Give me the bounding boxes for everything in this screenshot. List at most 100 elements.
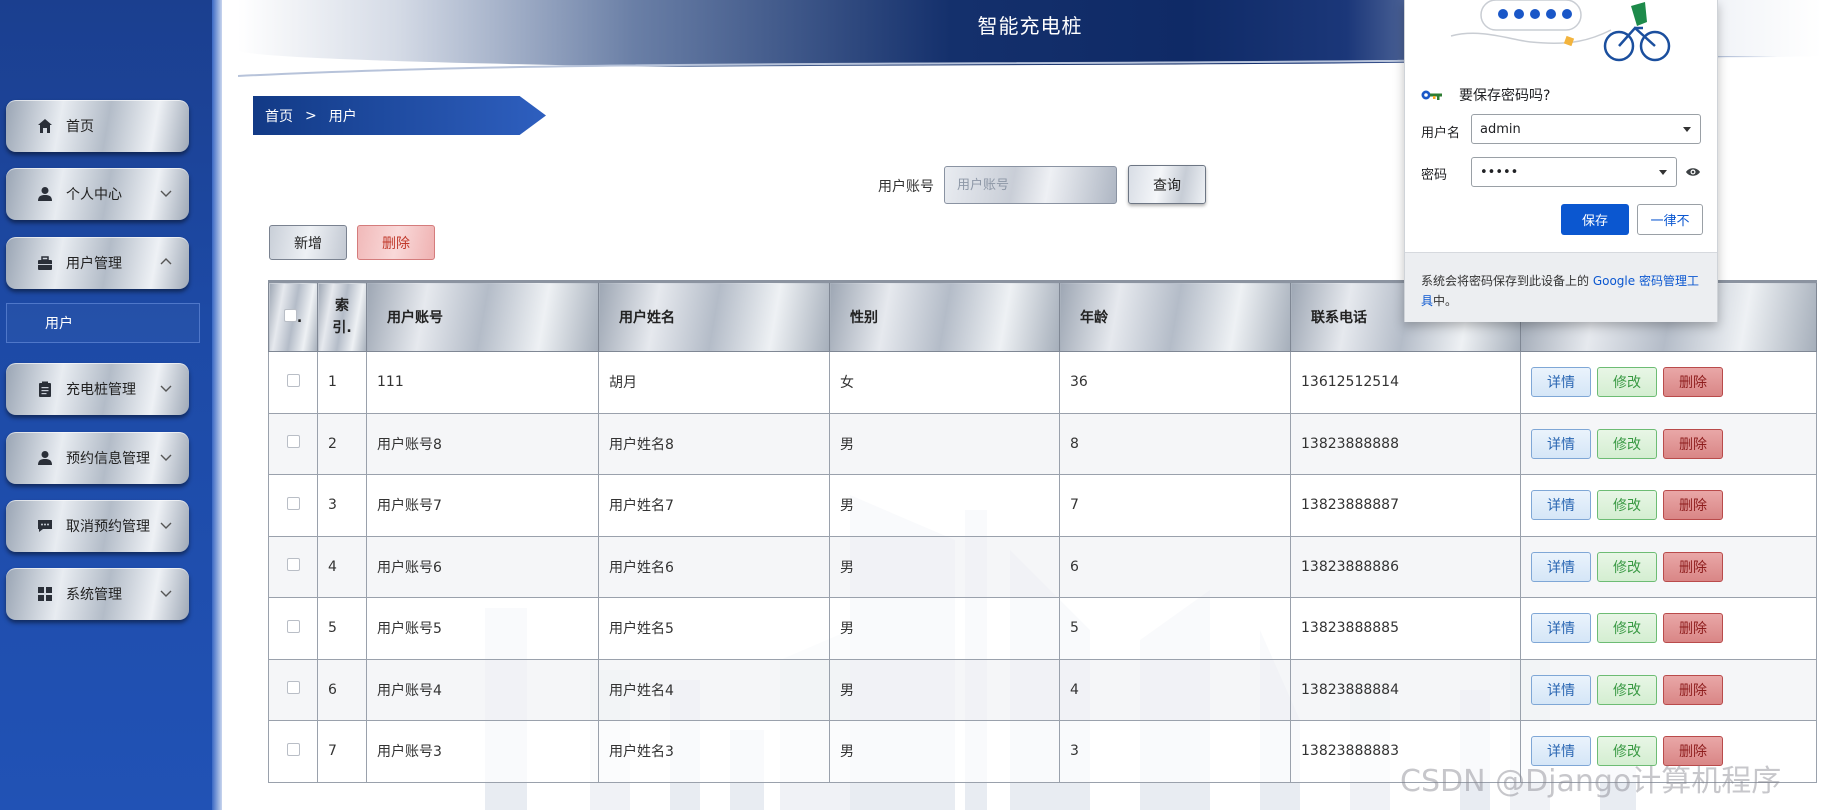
detail-button[interactable]: 详情 [1531,428,1591,459]
row-delete-button[interactable]: 删除 [1663,674,1723,705]
row-checkbox[interactable] [286,558,300,572]
cell-operations: 详情 修改 删除 [1520,474,1817,537]
row-delete-button[interactable]: 删除 [1663,613,1723,644]
table-row: 6 用户账号4 用户姓名4 男 4 13823888884 详情 修改 删除 [268,658,1817,721]
cell-index: 4 [317,535,367,598]
cell-name: 用户姓名4 [598,658,830,721]
header-select-all[interactable]: . [268,280,318,352]
save-password-button[interactable]: 保存 [1561,204,1629,235]
cell-age: 4 [1059,658,1291,721]
detail-button[interactable]: 详情 [1531,551,1591,582]
cell-phone: 13823888888 [1290,412,1521,475]
cell-index: 2 [317,412,367,475]
cell-gender: 男 [829,720,1060,783]
password-illustration [1450,0,1671,62]
row-checkbox[interactable] [286,619,300,633]
sidebar-item-cancel-reservation[interactable]: 取消预约管理 [6,500,189,552]
cell-account: 用户账号3 [366,720,599,783]
edit-button[interactable]: 修改 [1597,367,1657,398]
chevron-down-icon [160,190,172,197]
cell-operations: 详情 修改 删除 [1520,597,1817,660]
row-checkbox[interactable] [286,496,300,510]
sidebar-item-personal-center[interactable]: 个人中心 [6,168,189,220]
cell-age: 6 [1059,535,1291,598]
sidebar-item-home[interactable]: 首页 [6,100,189,152]
cell-age: 36 [1059,351,1291,414]
sidebar-item-label: 首页 [66,119,94,135]
breadcrumb-separator: > [305,107,317,124]
cell-name: 用户姓名5 [598,597,830,660]
select-all-checkbox[interactable] [283,308,297,322]
cell-operations: 详情 修改 删除 [1520,658,1817,721]
cell-index: 7 [317,720,367,783]
detail-button[interactable]: 详情 [1531,490,1591,521]
sidebar-subitem-label: 用户 [45,316,73,332]
row-delete-button[interactable]: 删除 [1663,428,1723,459]
row-select-cell [268,597,318,660]
bulk-delete-button[interactable]: 删除 [357,225,435,260]
sidebar: 首页 个人中心 用户管理 用户 充电桩管理 预约信息管理 取消预约管理 系统管理 [0,0,222,810]
row-checkbox[interactable] [286,681,300,695]
chat-icon [36,517,54,535]
cell-name: 用户姓名8 [598,412,830,475]
sidebar-item-charger-management[interactable]: 充电桩管理 [6,363,189,415]
row-delete-button[interactable]: 删除 [1663,367,1723,398]
search-input[interactable] [944,166,1117,204]
cell-account: 用户账号5 [366,597,599,660]
row-select-cell [268,474,318,537]
edit-button[interactable]: 修改 [1597,613,1657,644]
detail-button[interactable]: 详情 [1531,367,1591,398]
detail-button[interactable]: 详情 [1531,674,1591,705]
row-select-cell [268,351,318,414]
cell-account: 111 [366,351,599,414]
edit-button[interactable]: 修改 [1597,428,1657,459]
cell-phone: 13823888887 [1290,474,1521,537]
grid-icon [36,585,54,603]
username-label: 用户名 [1421,126,1461,141]
sidebar-item-reservation-management[interactable]: 预约信息管理 [6,432,189,484]
cell-account: 用户账号6 [366,535,599,598]
breadcrumb-home[interactable]: 首页 [265,106,293,126]
username-select[interactable]: admin [1471,114,1701,144]
edit-button[interactable]: 修改 [1597,490,1657,521]
chevron-down-icon [160,385,172,392]
row-checkbox[interactable] [286,742,300,756]
sidebar-item-system-management[interactable]: 系统管理 [6,568,189,620]
search-button[interactable]: 查询 [1128,165,1206,204]
cell-account: 用户账号7 [366,474,599,537]
password-value: ••••• [1480,164,1519,180]
row-select-cell [268,412,318,475]
chevron-down-icon [160,590,172,597]
password-select[interactable]: ••••• [1471,157,1677,187]
cell-gender: 男 [829,535,1060,598]
add-button[interactable]: 新增 [269,225,347,260]
user-table: . 索引. 用户账号 用户姓名 性别 年龄 联系电话 1 111 胡月女 36 1361… [268,280,1817,783]
cell-gender: 男 [829,658,1060,721]
eye-icon[interactable] [1685,166,1701,178]
sidebar-subitem-users[interactable]: 用户 [6,303,200,343]
never-save-button[interactable]: 一律不 [1637,204,1703,235]
table-row: 2 用户账号8 用户姓名8 男 8 13823888888 详情 修改 删除 [268,412,1817,475]
breadcrumb: 首页 > 用户 [253,96,546,135]
edit-button[interactable]: 修改 [1597,674,1657,705]
cell-name: 胡月 [598,351,830,414]
cell-account: 用户账号4 [366,658,599,721]
row-select-cell [268,535,318,598]
row-checkbox[interactable] [286,435,300,449]
cell-operations: 详情 修改 删除 [1520,351,1817,414]
row-delete-button[interactable]: 删除 [1663,490,1723,521]
row-delete-button[interactable]: 删除 [1663,551,1723,582]
detail-button[interactable]: 详情 [1531,613,1591,644]
table-row: 3 用户账号7 用户姓名7 男 7 13823888887 详情 修改 删除 [268,474,1817,537]
chevron-up-icon [160,258,172,265]
sidebar-item-user-management[interactable]: 用户管理 [6,237,189,289]
row-checkbox[interactable] [286,373,300,387]
edit-button[interactable]: 修改 [1597,551,1657,582]
save-password-popup: 要保存密码吗? 用户名 admin 密码 ••••• 保存 一律不 系统会将密码… [1404,0,1718,322]
table-row: 4 用户账号6 用户姓名6 男 6 13823888886 详情 修改 删除 [268,535,1817,598]
row-select-cell [268,720,318,783]
username-value: admin [1480,121,1521,137]
cell-age: 3 [1059,720,1291,783]
sidebar-item-label: 用户管理 [66,256,122,272]
header-account: 用户账号 [366,280,599,352]
